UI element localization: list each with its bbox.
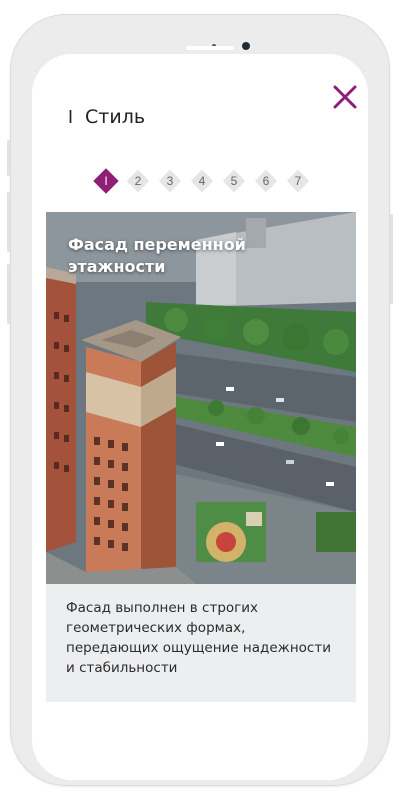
step-number: 3 (166, 174, 174, 188)
step-number: 4 (198, 174, 206, 188)
slide-title: Фасад переменной этажности (68, 235, 246, 276)
step-5[interactable]: 5 (218, 168, 250, 194)
step-4[interactable]: 4 (186, 168, 218, 194)
screen: I Стиль I 2 3 4 5 6 7 Фасад переменной э… (32, 54, 368, 780)
step-2[interactable]: 2 (122, 168, 154, 194)
step-number: 6 (262, 174, 270, 188)
close-icon[interactable] (332, 84, 358, 110)
step-number: 2 (134, 174, 142, 188)
front-camera (242, 42, 250, 50)
section-title-text: Стиль (85, 106, 146, 128)
step-navigation: I 2 3 4 5 6 7 (90, 168, 314, 194)
section-title: I Стиль (68, 104, 145, 130)
slide-card: Фасад переменной этажности Фасад выполне… (46, 212, 356, 702)
step-number: 7 (294, 174, 302, 188)
step-number: I (104, 174, 108, 188)
slide-caption: Фасад выполнен в строгих геометрических … (66, 600, 331, 676)
step-1[interactable]: I (90, 168, 122, 194)
step-7[interactable]: 7 (282, 168, 314, 194)
section-numeral: I (68, 106, 74, 127)
phone-side-button (7, 140, 10, 176)
phone-side-button (7, 192, 10, 252)
speaker-grille (186, 46, 234, 50)
slide-caption-panel: Фасад выполнен в строгих геометрических … (46, 584, 356, 702)
step-number: 5 (230, 174, 238, 188)
step-3[interactable]: 3 (154, 168, 186, 194)
phone-side-button (390, 214, 393, 304)
phone-frame: I Стиль I 2 3 4 5 6 7 Фасад переменной э… (7, 14, 393, 786)
phone-side-button (7, 264, 10, 324)
step-6[interactable]: 6 (250, 168, 282, 194)
